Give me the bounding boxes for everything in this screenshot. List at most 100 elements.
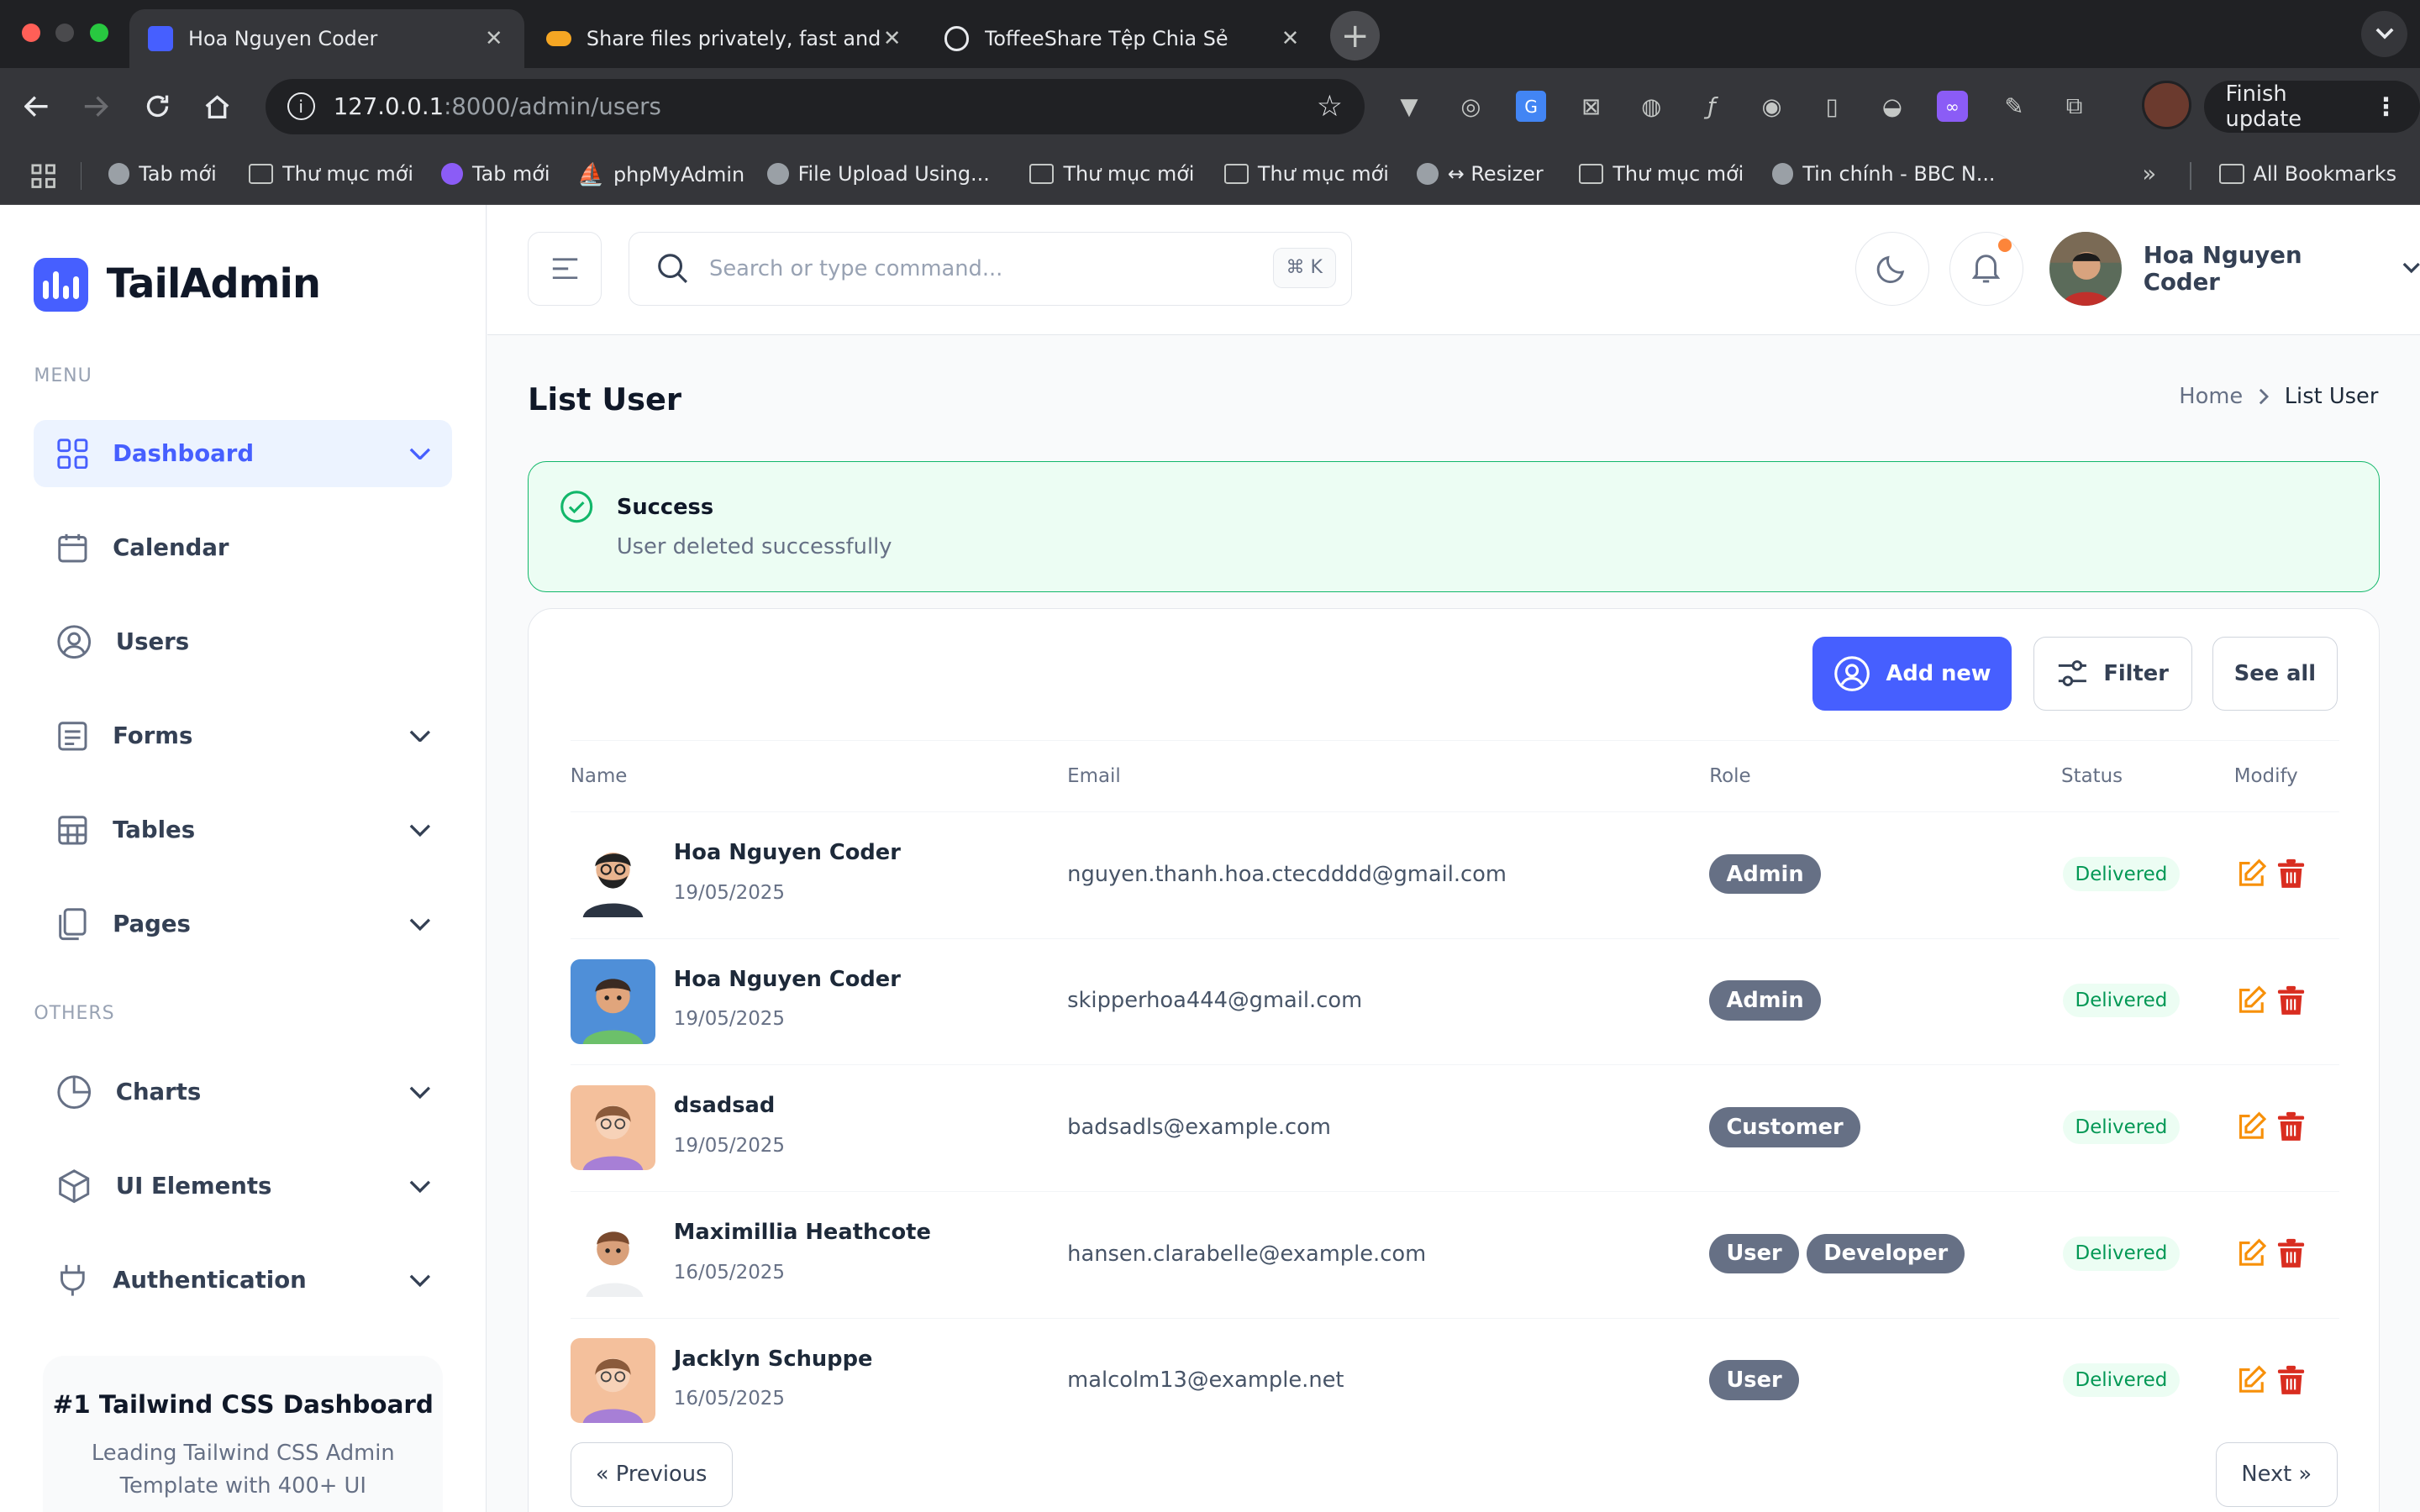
back-icon[interactable] xyxy=(24,94,49,118)
toffeeshare-favicon-icon xyxy=(546,30,571,47)
extension-eye-icon[interactable]: ◉ xyxy=(1756,91,1787,122)
extension-cross-icon[interactable]: ⊠ xyxy=(1576,91,1607,122)
tab-search-button[interactable] xyxy=(2361,10,2408,57)
see-all-button[interactable]: See all xyxy=(2212,636,2338,711)
site-info-icon[interactable]: i xyxy=(287,92,315,121)
profile-avatar[interactable] xyxy=(2142,80,2192,130)
trash-icon[interactable] xyxy=(2277,858,2305,890)
google-translate-icon[interactable]: G xyxy=(1515,91,1547,123)
close-tab-icon[interactable]: ✕ xyxy=(880,26,904,51)
table-row: Maximillia Heathcote 16/05/2025 hansen.c… xyxy=(570,1192,2339,1319)
search-shortcut: ⌘ K xyxy=(1272,247,1336,288)
bookmark-3[interactable]: Tab mới xyxy=(441,162,550,186)
finish-update-label: Finish update xyxy=(2225,81,2302,132)
sidebar-item-authentication[interactable]: Authentication xyxy=(34,1247,452,1315)
bookmark-6[interactable]: Thư mục mới xyxy=(1029,162,1194,186)
theme-toggle-button[interactable] xyxy=(1854,231,1929,306)
breadcrumb: Home List User xyxy=(2179,384,2378,409)
bookmark-2[interactable]: Thư mục mới xyxy=(248,161,414,186)
trash-icon[interactable] xyxy=(2277,1111,2305,1142)
trash-icon[interactable] xyxy=(2277,985,2305,1016)
alert-message: User deleted successfully xyxy=(616,534,892,560)
notifications-button[interactable] xyxy=(1949,231,2023,306)
vue-devtools-icon[interactable]: ▼ xyxy=(1394,91,1425,122)
user-date: 16/05/2025 xyxy=(673,1388,785,1410)
minimize-window-button[interactable] xyxy=(55,23,75,42)
column-header-name: Name xyxy=(570,765,628,788)
promo-card: #1 Tailwind CSS Dashboard Leading Tailwi… xyxy=(43,1356,444,1512)
extension-pen-icon[interactable]: ✎ xyxy=(1999,91,2030,122)
bookmark-8[interactable]: ↔ Resizer xyxy=(1417,162,1544,186)
finish-update-button[interactable]: Finish update ⋮ xyxy=(2203,80,2420,133)
filter-button[interactable]: Filter xyxy=(2033,636,2193,711)
bookmark-9[interactable]: Thư mục mới xyxy=(1578,161,1744,186)
address-bar[interactable]: i 127.0.0.1:8000/admin/users ☆ xyxy=(265,78,1365,134)
top-header: Search or type command... ⌘ K Hoa Nguyen… xyxy=(487,205,2420,335)
bookmark-4[interactable]: ⛵ phpMyAdmin xyxy=(577,162,744,187)
sidebar-item-calendar[interactable]: Calendar xyxy=(34,514,452,582)
sidebar-item-tables[interactable]: Tables xyxy=(34,796,452,864)
bookmark-label: File Upload Using... xyxy=(797,161,990,186)
sidebar-item-charts[interactable]: Charts xyxy=(34,1058,452,1126)
new-tab-button[interactable]: + xyxy=(1330,10,1381,60)
edit-icon[interactable] xyxy=(2236,858,2267,890)
reload-icon[interactable] xyxy=(144,92,171,120)
close-tab-icon[interactable]: ✕ xyxy=(481,26,506,51)
close-window-button[interactable] xyxy=(21,23,40,42)
row-actions xyxy=(2236,858,2306,890)
logo[interactable]: TailAdmin xyxy=(34,257,321,312)
close-tab-icon[interactable]: ✕ xyxy=(1278,26,1302,51)
extension-glasses-icon[interactable]: ◒ xyxy=(1876,91,1907,122)
bookmark-10[interactable]: Tin chính - BBC N... xyxy=(1771,162,1996,186)
edit-icon[interactable] xyxy=(2236,1238,2267,1269)
edit-icon[interactable] xyxy=(2236,1365,2267,1396)
browser-tab-1[interactable]: Hoa Nguyen Coder ✕ xyxy=(129,9,525,68)
sidebar-item-pages[interactable]: Pages xyxy=(34,890,452,958)
tailadmin-favicon-icon xyxy=(148,26,173,51)
trash-icon[interactable] xyxy=(2277,1365,2305,1396)
search-input[interactable]: Search or type command... ⌘ K xyxy=(628,231,1352,306)
user-name: Jacklyn Schuppe xyxy=(673,1346,873,1372)
sidebar-item-forms[interactable]: Forms xyxy=(34,702,452,770)
all-bookmarks[interactable]: All Bookmarks xyxy=(2219,162,2396,186)
chevron-down-icon xyxy=(409,1086,430,1099)
extensions-puzzle-icon[interactable]: ⧉ xyxy=(2059,91,2090,122)
folder-icon xyxy=(248,163,274,184)
forward-icon[interactable] xyxy=(83,94,108,118)
user-avatar xyxy=(570,1338,655,1424)
extension-target-icon[interactable]: ◎ xyxy=(1455,91,1486,122)
bookmark-star-icon[interactable]: ☆ xyxy=(1317,90,1343,123)
sidebar-toggle-button[interactable] xyxy=(528,231,602,306)
bookmark-5[interactable]: File Upload Using... xyxy=(766,161,990,186)
browser-tab-3[interactable]: ToffeeShare Tệp Chia Sẻ ✕ xyxy=(926,9,1321,68)
browser-tab-2[interactable]: Share files privately, fast and ✕ xyxy=(528,9,923,68)
more-bookmarks-icon[interactable]: » xyxy=(2142,160,2156,187)
globe-icon xyxy=(108,162,130,185)
sidebar-item-ui-elements[interactable]: UI Elements xyxy=(34,1152,452,1221)
bookmark-label: Thư mục mới xyxy=(282,161,414,186)
trash-icon[interactable] xyxy=(2277,1238,2305,1269)
maximize-window-button[interactable] xyxy=(89,23,108,42)
bookmark-7[interactable]: Thư mục mới xyxy=(1223,162,1389,186)
next-page-button[interactable]: Next » xyxy=(2215,1441,2338,1507)
bookmark-label: ↔ Resizer xyxy=(1447,161,1544,186)
add-new-button[interactable]: Add new xyxy=(1812,636,2012,711)
sidebar-item-dashboard[interactable]: Dashboard xyxy=(34,419,453,488)
home-icon[interactable] xyxy=(203,92,231,120)
extension-globe-icon[interactable]: ◍ xyxy=(1636,91,1667,122)
breadcrumb-home[interactable]: Home xyxy=(2179,384,2243,409)
bookmark-1[interactable]: Tab mới xyxy=(108,162,217,186)
extension-fx-icon[interactable]: ƒ xyxy=(1697,91,1728,122)
role-badge: User xyxy=(1709,1360,1799,1400)
apps-grid-icon[interactable] xyxy=(31,164,55,188)
sidebar-item-users[interactable]: Users xyxy=(34,608,452,676)
extension-phone-icon[interactable]: ▯ xyxy=(1817,91,1848,122)
bookmark-label: Thư mục mới xyxy=(1612,161,1744,186)
user-menu[interactable]: Hoa Nguyen Coder xyxy=(2049,231,2420,306)
globe-icon xyxy=(1417,162,1439,185)
edit-icon[interactable] xyxy=(2236,985,2267,1016)
previous-page-button[interactable]: « Previous xyxy=(570,1441,733,1507)
bookmark-label: phpMyAdmin xyxy=(613,162,745,186)
edit-icon[interactable] xyxy=(2236,1111,2267,1142)
extension-purple-icon[interactable]: ∞ xyxy=(1937,91,1968,123)
